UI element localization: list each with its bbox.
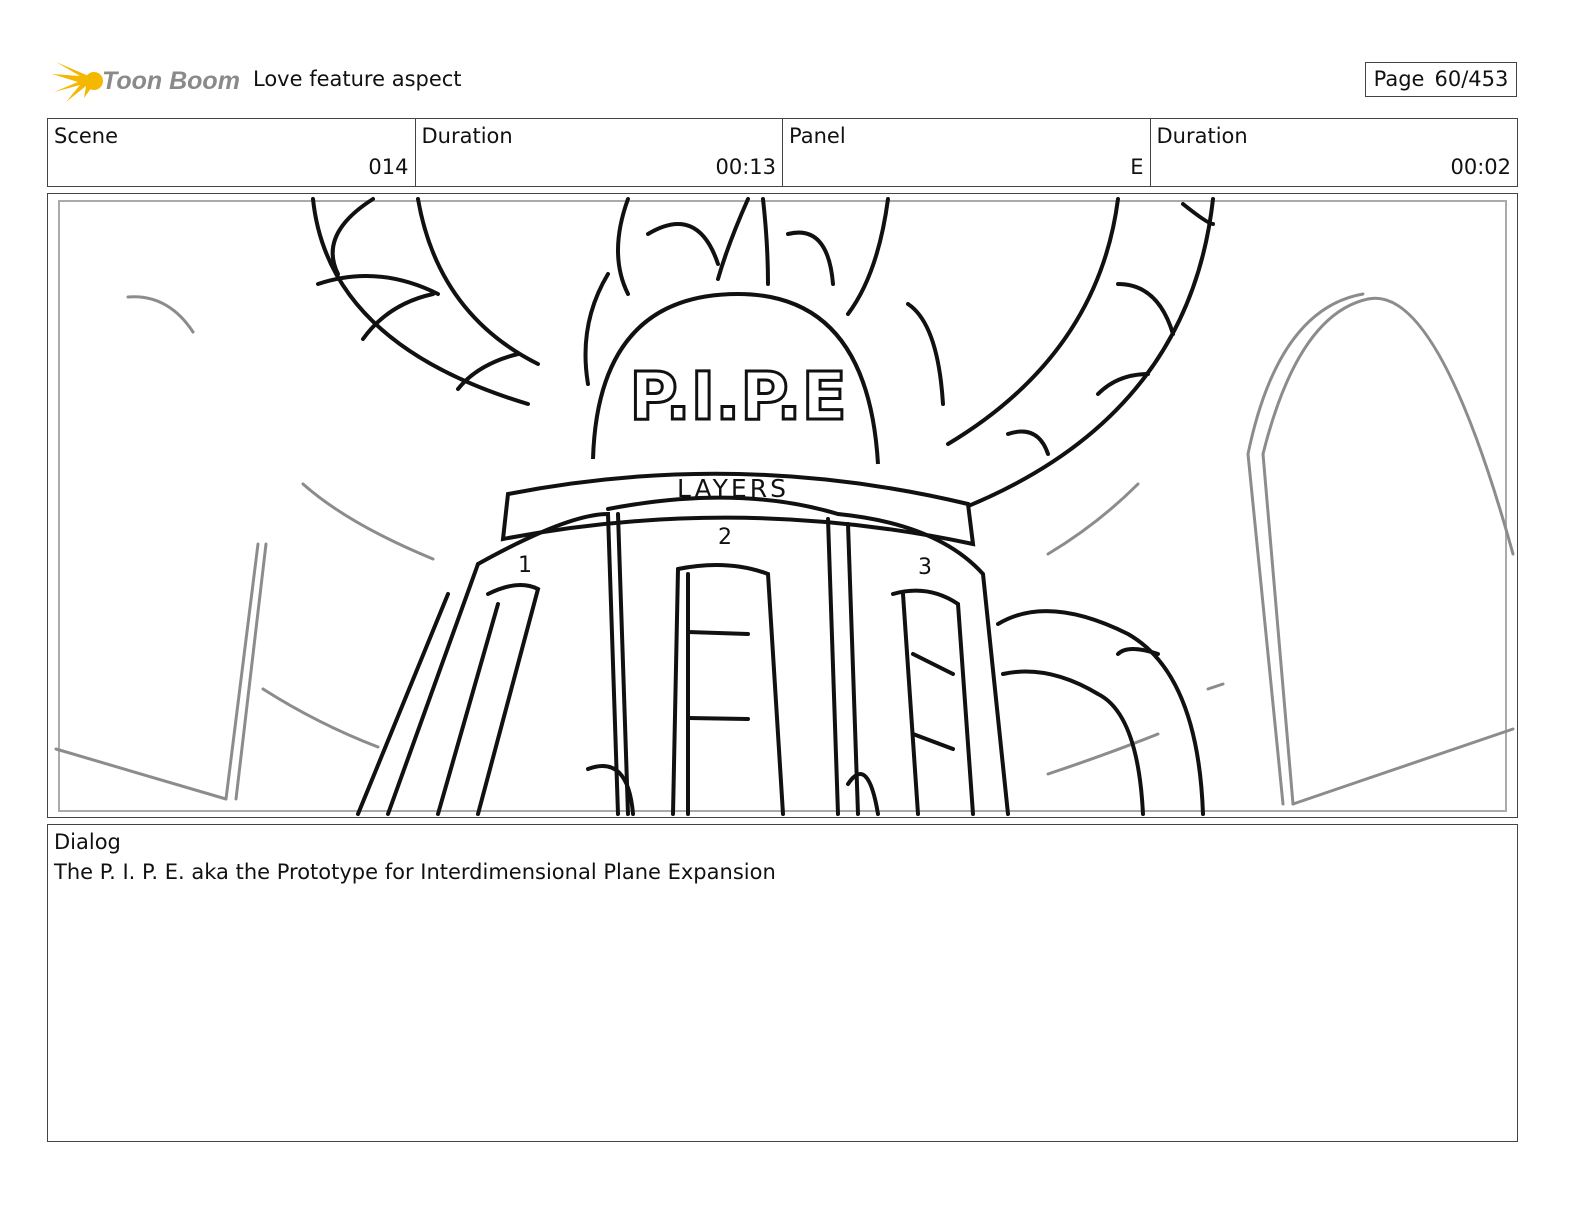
starburst-icon	[52, 62, 103, 102]
scene-label: Scene	[54, 124, 119, 148]
panel-value: E	[1130, 155, 1144, 179]
dialog-text: The P. I. P. E. aka the Prototype for In…	[54, 860, 776, 884]
panel-label: Panel	[789, 124, 846, 148]
panel-duration-cell: Duration 00:02	[1151, 119, 1518, 186]
panel-sketch: P.I.P.E LAYERS 1 2 3	[54, 197, 1515, 816]
door-number-2: 2	[718, 525, 732, 550]
scene-duration-label: Duration	[421, 124, 513, 148]
tower-body	[356, 495, 1010, 816]
scene-duration-cell: Duration 00:13	[416, 119, 783, 186]
scene-cell: Scene 014	[48, 119, 416, 186]
panel-duration-value: 00:02	[1450, 155, 1511, 179]
dialog-box: Dialog The P. I. P. E. aka the Prototype…	[47, 824, 1518, 1142]
panel-cell: Panel E	[783, 119, 1151, 186]
door-number-1: 1	[518, 553, 532, 578]
storyboard-panel: P.I.P.E LAYERS 1 2 3	[47, 193, 1518, 818]
panel-duration-label: Duration	[1156, 124, 1248, 148]
page-label: Page	[1373, 67, 1425, 91]
logo-text: Toon Boom	[102, 67, 240, 95]
scene-value: 014	[368, 155, 409, 179]
dialog-label: Dialog	[54, 830, 121, 854]
page-indicator: Page 60/453	[1365, 62, 1517, 97]
toon-boom-logo: Toon Boom	[50, 54, 240, 108]
page-number: 60/453	[1434, 67, 1509, 91]
dome-label: P.I.P.E	[629, 358, 846, 435]
document-title: Love feature aspect	[253, 67, 462, 91]
door-number-3: 3	[918, 555, 932, 580]
scene-duration-value: 00:13	[715, 155, 776, 179]
scene-info-table: Scene 014 Duration 00:13 Panel E Duratio…	[47, 118, 1518, 187]
